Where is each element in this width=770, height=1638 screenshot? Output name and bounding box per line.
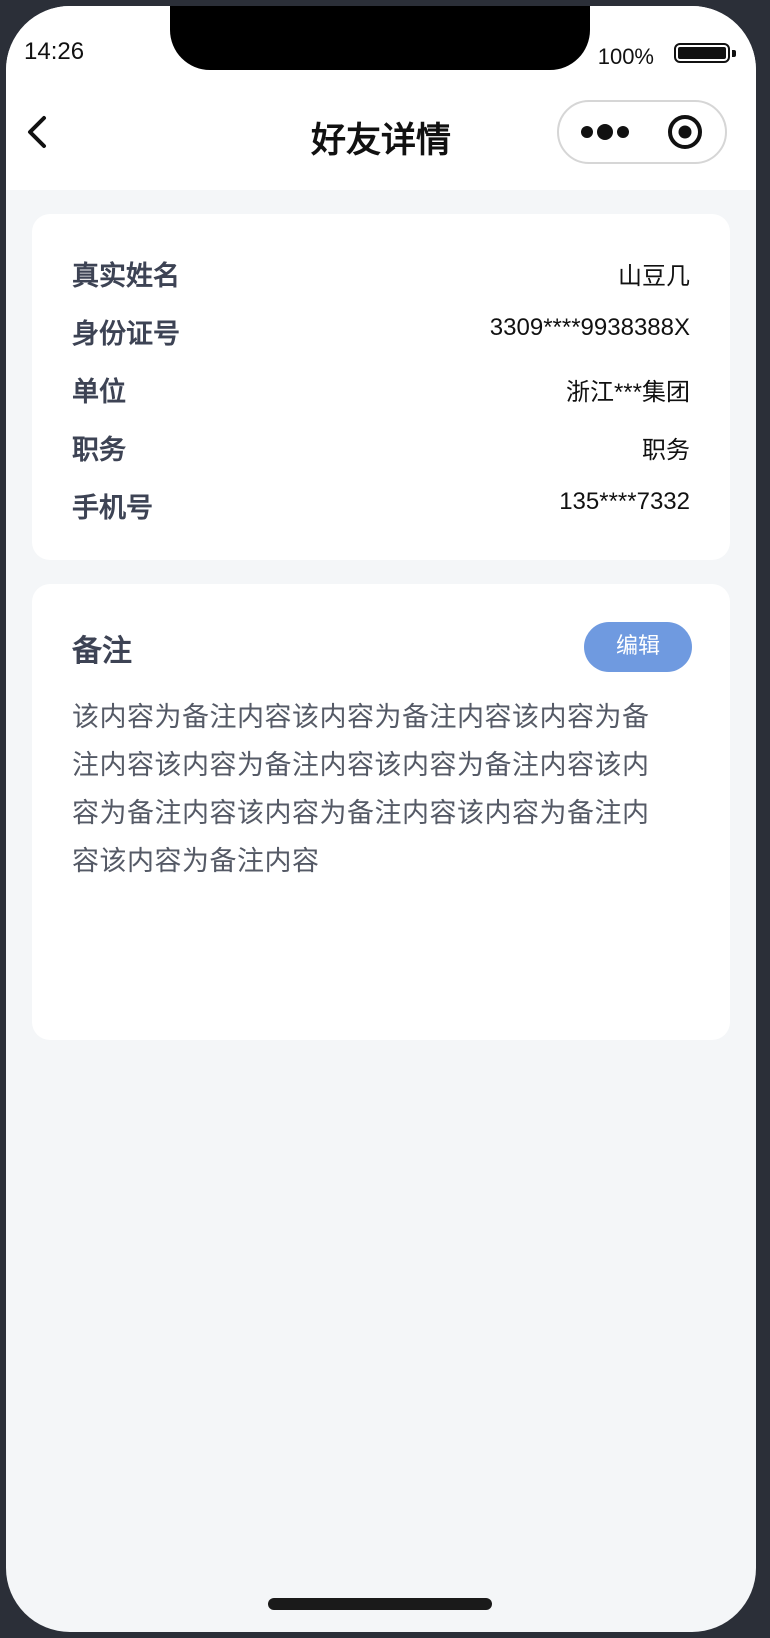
info-label: 真实姓名 — [72, 261, 180, 292]
status-time: 14:26 — [24, 38, 85, 65]
info-row-company: 单位 浙江***集团 — [72, 370, 690, 410]
info-value: 山豆几 — [618, 263, 690, 290]
remark-card: 备注 编辑 该内容为备注内容该内容为备注内容该内容为备注内容该内容为备注内容该内… — [32, 584, 730, 1040]
info-value: 135****7332 — [559, 488, 690, 515]
remark-title: 备注 — [72, 634, 132, 669]
info-value: 3309****9938388X — [489, 314, 690, 341]
edit-button[interactable]: 编辑 — [584, 622, 692, 672]
phone-screen: 14:26 100% 好友详情 真实姓名 山豆几 身份证号 3309****99… — [6, 6, 756, 1632]
battery-percent: 100% — [597, 44, 654, 69]
info-value: 浙江***集团 — [565, 379, 690, 406]
target-circle-icon — [668, 115, 702, 149]
info-row-phone: 手机号 135****7332 — [72, 486, 690, 526]
info-row-name: 真实姓名 山豆几 — [72, 254, 690, 294]
info-label: 单位 — [72, 377, 126, 408]
home-indicator — [268, 1598, 492, 1610]
info-row-id-number: 身份证号 3309****9938388X — [72, 312, 690, 352]
info-label: 职务 — [72, 435, 126, 466]
remark-content: 该内容为备注内容该内容为备注内容该内容为备注内容该内容为备注内容该内容为备注内容… — [72, 702, 650, 877]
close-miniprogram-button[interactable] — [659, 102, 719, 162]
info-label: 身份证号 — [72, 319, 180, 350]
info-value: 职务 — [642, 437, 690, 464]
notch — [170, 6, 590, 70]
mini-program-capsule — [557, 100, 727, 164]
info-row-position: 职务 职务 — [72, 428, 690, 468]
info-label: 手机号 — [72, 493, 153, 524]
more-dots-icon — [581, 124, 629, 140]
friend-info-card: 真实姓名 山豆几 身份证号 3309****9938388X 单位 浙江***集… — [32, 214, 730, 560]
battery-icon — [674, 43, 738, 65]
more-button[interactable] — [577, 102, 647, 162]
